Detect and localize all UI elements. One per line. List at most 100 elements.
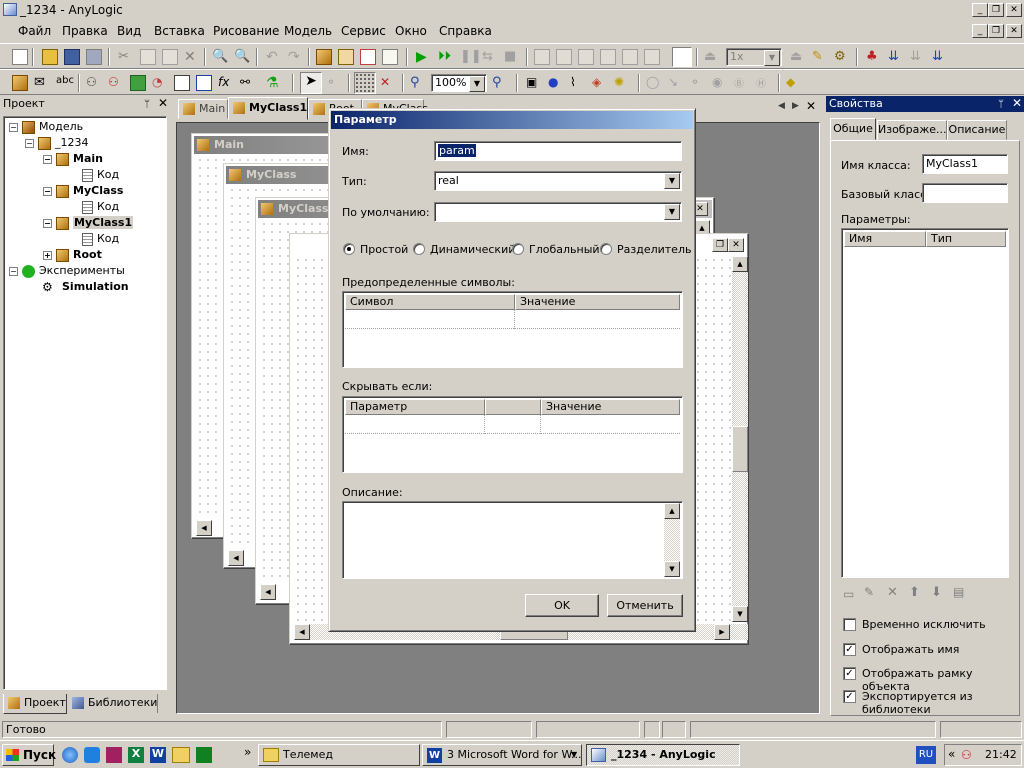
scroll-left-icon[interactable]: ◀ xyxy=(228,550,244,566)
tool-g-icon[interactable]: ⚙ xyxy=(834,49,850,65)
add-param-icon[interactable]: ▭ xyxy=(843,587,854,601)
zoom-out-icon[interactable]: ⚲ xyxy=(410,75,426,91)
scroll-up-icon[interactable]: ▲ xyxy=(732,256,748,272)
radio-global[interactable] xyxy=(512,243,524,255)
grid-icon[interactable] xyxy=(354,72,376,94)
scroll-right-icon[interactable]: ▶ xyxy=(714,624,730,640)
vertical-scrollbar[interactable]: ▲ ▼ xyxy=(732,256,748,622)
point-icon[interactable]: ◉ xyxy=(712,75,728,91)
scroll-up-icon[interactable]: ▲ xyxy=(664,503,680,519)
variable-icon[interactable] xyxy=(174,75,190,91)
tree-node-code[interactable]: Код xyxy=(82,167,119,183)
scroll-left-icon[interactable]: ◀ xyxy=(260,584,276,600)
class-name-input[interactable]: MyClass1 xyxy=(922,154,1008,174)
port-icon[interactable]: ⚇ xyxy=(86,75,102,91)
new-icon[interactable] xyxy=(12,49,28,65)
restore-icon[interactable]: ❐ xyxy=(712,238,728,252)
image-icon[interactable] xyxy=(130,75,146,91)
tab-description[interactable]: Описание xyxy=(947,120,1007,140)
state-icon[interactable]: ⚇ xyxy=(108,75,124,91)
shape-b-icon[interactable]: ✺ xyxy=(614,75,630,91)
export-checkbox[interactable]: ✓ xyxy=(843,690,856,703)
app-b-icon[interactable] xyxy=(196,747,212,763)
debug-icon[interactable] xyxy=(672,47,692,67)
redo-icon[interactable]: ↷ xyxy=(288,49,304,65)
tab-scroll-left-icon[interactable]: ◀ xyxy=(778,101,785,111)
expand-icon[interactable]: + xyxy=(43,250,52,260)
menu-insert[interactable]: Вставка xyxy=(154,24,205,38)
move-down-icon[interactable]: ⬇ xyxy=(931,585,942,600)
scroll-left-icon[interactable]: ◀ xyxy=(294,624,310,640)
pause-icon[interactable]: ❚❚ xyxy=(460,49,482,65)
tree-node-package[interactable]: − _1234 xyxy=(25,135,89,151)
flask-icon[interactable]: ⚗ xyxy=(266,75,282,91)
step-back-icon[interactable]: ⇆ xyxy=(482,49,498,65)
tree-node-myclass[interactable]: − MyClass xyxy=(43,183,123,199)
ok-button[interactable]: OK xyxy=(525,594,599,617)
tree-node-code[interactable]: Код xyxy=(82,231,119,247)
tool-d-icon[interactable] xyxy=(600,49,616,65)
paste-icon[interactable] xyxy=(162,49,178,65)
show-name-checkbox[interactable]: ✓ xyxy=(843,643,856,656)
folder-icon[interactable] xyxy=(172,747,190,763)
app-a-icon[interactable] xyxy=(106,747,122,763)
b-icon[interactable]: Ⓑ xyxy=(734,75,750,91)
import-param-icon[interactable]: ▤ xyxy=(953,585,964,599)
menu-file[interactable]: Файл xyxy=(18,24,51,38)
label-icon[interactable]: ◆ xyxy=(786,75,802,91)
collapse-icon[interactable]: − xyxy=(43,186,52,196)
delete-param-icon[interactable]: ✕ xyxy=(887,585,898,600)
column-header-operator[interactable] xyxy=(485,399,541,415)
language-indicator[interactable]: RU xyxy=(916,746,936,764)
tree-node-simulation[interactable]: ⚙ Simulation xyxy=(42,279,129,295)
zoom-in-icon[interactable]: ⚲ xyxy=(492,75,508,91)
table-row[interactable] xyxy=(345,415,680,434)
collapse-icon[interactable]: − xyxy=(43,218,52,228)
menu-draw[interactable]: Рисование xyxy=(213,24,279,38)
word-icon[interactable]: W xyxy=(150,747,166,763)
tool-a-icon[interactable] xyxy=(534,49,550,65)
type-combo[interactable]: real ▼ xyxy=(434,171,682,191)
ellipse-icon[interactable]: ◯ xyxy=(646,75,662,91)
scroll-thumb[interactable] xyxy=(732,426,748,472)
tool-c-icon[interactable] xyxy=(578,49,594,65)
chevron-down-icon[interactable]: ▼ xyxy=(764,50,780,66)
speed-down-icon[interactable]: ⏏ xyxy=(704,49,720,65)
save-all-icon[interactable] xyxy=(86,49,102,65)
tab-myclass1[interactable]: MyClass1 xyxy=(228,97,308,120)
new-message-icon[interactable] xyxy=(360,49,376,65)
tab-libraries[interactable]: Библиотеки xyxy=(68,694,158,713)
tab-image[interactable]: Изображе... xyxy=(877,120,947,140)
save-icon[interactable] xyxy=(64,49,80,65)
tree-node-code[interactable]: Код xyxy=(82,199,119,215)
message-icon[interactable]: ✉ xyxy=(34,75,50,91)
plot-icon[interactable]: ⚯ xyxy=(240,75,256,91)
mdi-restore-icon[interactable]: ❐ xyxy=(988,24,1004,38)
stop-icon[interactable]: ■ xyxy=(504,49,520,65)
link-tool-icon[interactable]: ⚬ xyxy=(326,75,342,91)
tab-project[interactable]: Проект xyxy=(3,694,67,714)
arc-icon[interactable]: ↘ xyxy=(668,75,684,91)
tab-scroll-right-icon[interactable]: ▶ xyxy=(792,101,799,111)
table-icon[interactable] xyxy=(196,75,212,91)
start-button[interactable]: Пуск xyxy=(2,744,56,766)
close-icon[interactable]: ✕ xyxy=(728,238,744,252)
scroll-down-icon[interactable]: ▼ xyxy=(732,606,748,622)
excel-icon[interactable]: X xyxy=(128,747,144,763)
new-package-icon[interactable] xyxy=(338,49,354,65)
column-header-type[interactable]: Тип xyxy=(926,231,1006,247)
minimize-icon[interactable]: _ xyxy=(972,3,988,17)
oval-icon[interactable]: ● xyxy=(548,75,564,91)
text-icon[interactable]: abc xyxy=(56,75,76,91)
column-header-value[interactable]: Значение xyxy=(515,294,680,310)
connector-icon[interactable]: ⚬ xyxy=(690,75,706,91)
copy-icon[interactable] xyxy=(140,49,156,65)
tree-node-experiments[interactable]: − Эксперименты xyxy=(9,263,125,279)
move-up-icon[interactable]: ⬆ xyxy=(909,585,920,600)
polyline-icon[interactable]: ⌇ xyxy=(570,75,586,91)
rect-icon[interactable]: ▣ xyxy=(526,75,542,91)
timer-icon[interactable]: ◔ xyxy=(152,75,168,91)
chevron-down-icon[interactable]: ▼ xyxy=(664,173,680,189)
name-input[interactable]: param xyxy=(434,141,682,161)
symbols-table[interactable]: Символ Значение xyxy=(342,291,683,368)
